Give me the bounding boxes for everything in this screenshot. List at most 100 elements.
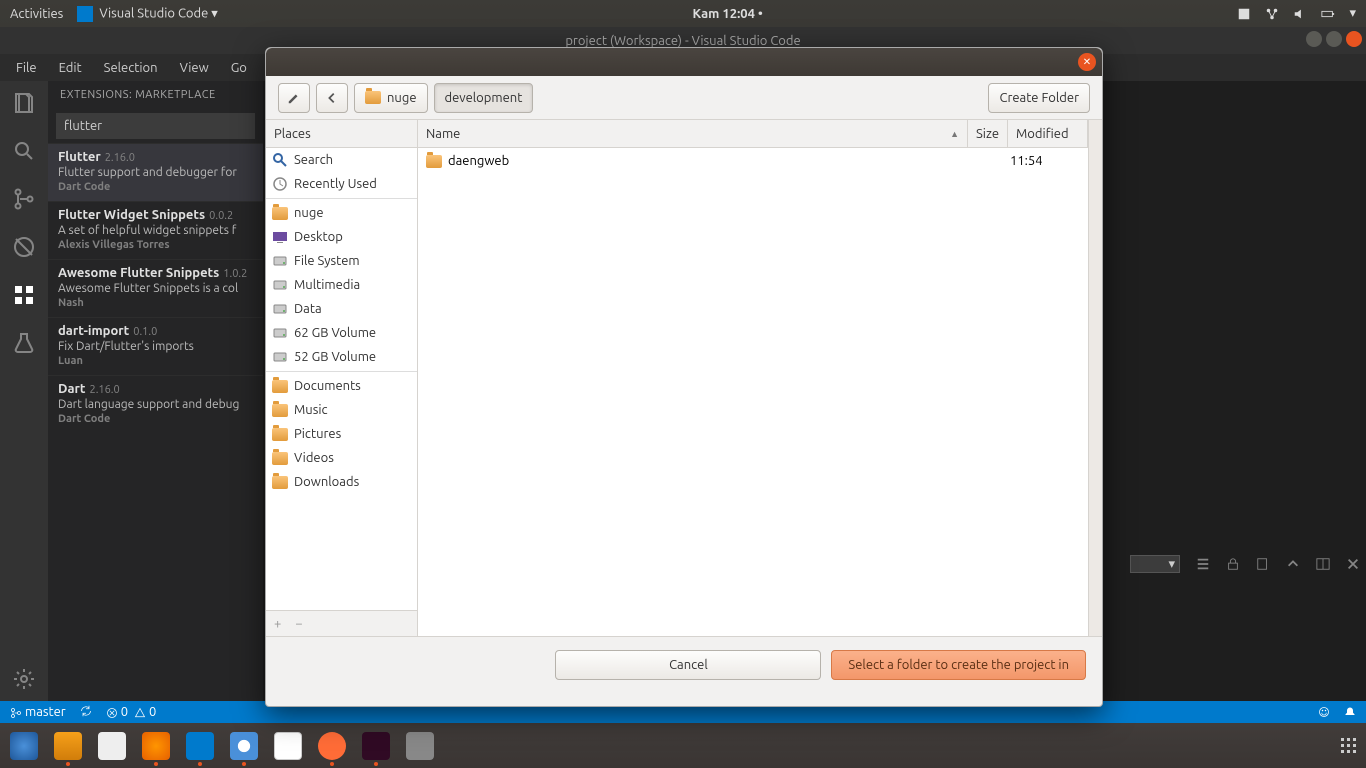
places-remove-button[interactable]: −: [295, 617, 302, 631]
place-item[interactable]: Data: [266, 297, 417, 321]
window-title: project (Workspace) - Visual Studio Code: [565, 34, 800, 48]
list-icon[interactable]: [1196, 557, 1210, 571]
chevron-up-icon[interactable]: [1286, 557, 1300, 571]
dock-app-thunderbird[interactable]: [10, 732, 38, 760]
dock-apps-grid[interactable]: [1341, 738, 1356, 753]
place-item[interactable]: Documents: [266, 374, 417, 398]
place-item[interactable]: nuge: [266, 201, 417, 225]
disk-icon: [272, 349, 288, 365]
place-item[interactable]: File System: [266, 249, 417, 273]
place-item[interactable]: 62 GB Volume: [266, 321, 417, 345]
extension-desc: Awesome Flutter Snippets is a col: [58, 282, 253, 295]
dock-app-firefox[interactable]: [142, 732, 170, 760]
select-folder-button[interactable]: Select a folder to create the project in: [831, 650, 1086, 680]
extension-item[interactable]: Flutter Widget Snippets0.0.2A set of hel…: [48, 201, 263, 259]
dock-app-postman[interactable]: [318, 732, 346, 760]
dock-app-text[interactable]: [274, 732, 302, 760]
desktop-icon: [272, 229, 288, 245]
place-item[interactable]: Videos: [266, 446, 417, 470]
beaker-icon[interactable]: [12, 331, 36, 355]
column-modified[interactable]: Modified: [1008, 120, 1088, 147]
dock-app-vscode[interactable]: [186, 732, 214, 760]
volume-icon[interactable]: [1293, 7, 1307, 21]
battery-icon[interactable]: [1321, 7, 1335, 21]
tray-icon[interactable]: [1237, 7, 1251, 21]
activities-button[interactable]: Activities: [10, 7, 63, 21]
topbar-clock[interactable]: Kam 12:04 •: [218, 7, 1238, 21]
extension-version: 1.0.2: [223, 268, 247, 280]
place-item[interactable]: Music: [266, 398, 417, 422]
explorer-icon[interactable]: [12, 91, 36, 115]
column-name[interactable]: Name▲: [418, 120, 968, 147]
place-label: Downloads: [294, 475, 359, 489]
debug-icon[interactable]: [12, 235, 36, 259]
sort-ascending-icon: ▲: [950, 129, 959, 139]
place-label: Pictures: [294, 427, 341, 441]
extension-item[interactable]: Awesome Flutter Snippets1.0.2Awesome Flu…: [48, 259, 263, 317]
extension-item[interactable]: Dart2.16.0Dart language support and debu…: [48, 375, 263, 433]
extension-item[interactable]: Flutter2.16.0Flutter support and debugge…: [48, 143, 263, 201]
column-size[interactable]: Size: [968, 120, 1008, 147]
dock-app-files[interactable]: [54, 732, 82, 760]
git-branch[interactable]: master: [10, 705, 66, 719]
breadcrumb-parent[interactable]: nuge: [354, 83, 428, 113]
place-item[interactable]: 52 GB Volume: [266, 345, 417, 369]
scm-icon[interactable]: [12, 187, 36, 211]
extension-name: Dart: [58, 382, 85, 396]
feedback-icon[interactable]: [1318, 706, 1330, 718]
places-header: Places: [266, 120, 417, 148]
topbar-app[interactable]: Visual Studio Code ▾: [77, 6, 218, 22]
place-item[interactable]: Downloads: [266, 470, 417, 494]
file-modified: 11:54: [1002, 154, 1088, 168]
place-item[interactable]: Search: [266, 148, 417, 172]
folder-icon: [272, 428, 288, 441]
home-icon: [272, 207, 288, 220]
place-item[interactable]: Recently Used: [266, 172, 417, 196]
file-row[interactable]: daengweb11:54: [418, 148, 1088, 174]
place-item[interactable]: Pictures: [266, 422, 417, 446]
gear-icon[interactable]: [12, 667, 36, 691]
file-list-scrollbar[interactable]: [1088, 120, 1102, 636]
create-folder-button[interactable]: Create Folder: [988, 83, 1090, 113]
dock-app-terminal[interactable]: [362, 732, 390, 760]
menu-edit[interactable]: Edit: [49, 57, 92, 79]
dock-app-screenshot[interactable]: [406, 732, 434, 760]
places-panel: Places SearchRecently Used nugeDesktopFil…: [266, 120, 418, 636]
dialog-titlebar[interactable]: ✕: [266, 48, 1102, 76]
menu-view[interactable]: View: [170, 57, 219, 79]
chevron-down-icon[interactable]: ▾: [1349, 6, 1356, 21]
lock-icon[interactable]: [1226, 557, 1240, 571]
extension-author: Luan: [58, 355, 253, 367]
menu-selection[interactable]: Selection: [94, 57, 168, 79]
menu-file[interactable]: File: [6, 57, 47, 79]
window-close[interactable]: [1346, 31, 1362, 47]
sync-icon[interactable]: [80, 705, 92, 720]
extension-item[interactable]: dart-import0.1.0Fix Dart/Flutter's impor…: [48, 317, 263, 375]
dock-app-rhythmbox[interactable]: [98, 732, 126, 760]
bell-icon[interactable]: [1344, 706, 1356, 718]
cancel-button[interactable]: Cancel: [555, 650, 821, 680]
path-edit-toggle[interactable]: [278, 83, 310, 113]
window-minimize[interactable]: [1306, 31, 1322, 47]
dialog-close-button[interactable]: ✕: [1078, 53, 1096, 71]
menu-go[interactable]: Go: [221, 57, 257, 79]
extensions-icon[interactable]: [12, 283, 36, 307]
status-problems[interactable]: 0 0: [106, 705, 157, 719]
network-icon[interactable]: [1265, 7, 1279, 21]
dock-app-chromium[interactable]: [230, 732, 258, 760]
panel-dropdown[interactable]: ▾: [1130, 555, 1180, 573]
search-icon[interactable]: [12, 139, 36, 163]
extensions-sidebar: EXTENSIONS: MARKETPLACE flutter Flutter2…: [48, 81, 263, 701]
breadcrumb-current[interactable]: development: [434, 83, 534, 113]
place-item[interactable]: Multimedia: [266, 273, 417, 297]
places-add-button[interactable]: +: [274, 617, 281, 631]
extensions-search-input[interactable]: flutter: [56, 113, 255, 139]
new-file-icon[interactable]: [1256, 557, 1270, 571]
extension-version: 2.16.0: [89, 384, 119, 396]
place-label: Multimedia: [294, 278, 360, 292]
window-maximize[interactable]: [1326, 31, 1342, 47]
path-back-button[interactable]: [316, 83, 348, 113]
place-item[interactable]: Desktop: [266, 225, 417, 249]
close-icon[interactable]: [1346, 557, 1360, 571]
split-icon[interactable]: [1316, 557, 1330, 571]
